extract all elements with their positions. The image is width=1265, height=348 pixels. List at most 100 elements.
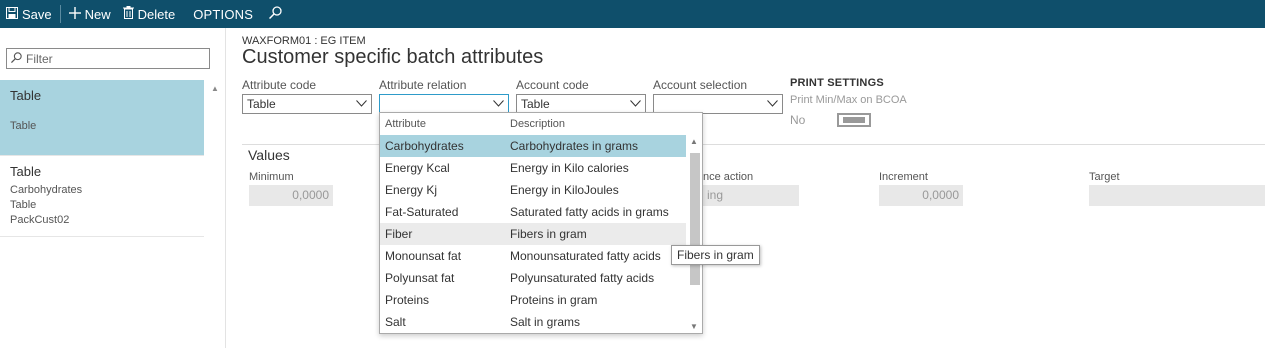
lookup-header: Attribute Description — [380, 113, 702, 135]
row-attribute: Salt — [385, 315, 406, 329]
new-label: New — [84, 6, 111, 22]
attribute-relation-field: Attribute relation — [379, 78, 509, 114]
attribute-code-select[interactable]: Table — [242, 94, 372, 114]
scroll-up-icon[interactable]: ▲ — [208, 84, 222, 93]
plus-icon — [68, 6, 81, 22]
lookup-scrollbar[interactable]: ▲ ▼ — [688, 137, 700, 331]
print-settings-heading: PRINT SETTINGS — [790, 77, 884, 89]
lookup-row[interactable]: Energy Kj Energy in KiloJoules — [380, 179, 686, 201]
scrollbar-thumb[interactable] — [690, 153, 700, 285]
lookup-row[interactable]: Fiber Fibers in gram — [380, 223, 686, 245]
scroll-up-icon[interactable]: ▲ — [688, 137, 700, 146]
page-title: Customer specific batch attributes — [242, 46, 544, 68]
list-scrollbar[interactable]: ▲ — [208, 84, 222, 344]
list-pane: Filter Table Table Table Carbohydrates T… — [0, 28, 226, 348]
search-icon — [269, 6, 282, 22]
minimum-input[interactable]: 0,0000 — [249, 185, 333, 206]
record-list: Table Table Table Carbohydrates Table Pa… — [0, 80, 204, 237]
new-button[interactable]: New — [63, 0, 117, 28]
row-attribute: Energy Kj — [385, 183, 438, 197]
chevron-down-icon — [356, 99, 367, 110]
row-description: Fibers in gram — [510, 227, 587, 241]
list-item-subtitle: Table — [10, 199, 37, 211]
toolbar-divider — [59, 5, 61, 23]
search-icon — [10, 51, 22, 66]
row-description: Saturated fatty acids in grams — [510, 205, 669, 219]
target-input[interactable] — [1089, 185, 1265, 206]
list-item-subtitle: Carbohydrates — [10, 184, 83, 196]
tolerance-action-input[interactable]: ing — [703, 185, 799, 206]
attribute-code-field: Attribute code Table — [242, 78, 372, 114]
account-code-field: Account code Table — [516, 78, 646, 114]
row-attribute: Monounsat fat — [385, 249, 462, 263]
lookup-row[interactable]: Monounsat fat Monounsaturated fatty acid… — [380, 245, 686, 267]
chevron-down-icon — [767, 99, 778, 110]
action-bar: Save New Delete OPTIONS — [0, 0, 1265, 28]
account-code-label: Account code — [516, 78, 589, 92]
save-button[interactable]: Save — [0, 0, 58, 28]
row-attribute: Fiber — [385, 227, 413, 241]
column-header-description[interactable]: Description — [510, 118, 565, 130]
account-code-value: Table — [521, 97, 550, 111]
increment-field: Increment 0,0000 — [879, 171, 963, 206]
column-header-attribute[interactable]: Attribute — [380, 118, 510, 130]
row-description: Salt in grams — [510, 315, 581, 329]
row-attribute: Fat-Saturated — [385, 205, 459, 219]
increment-input[interactable]: 0,0000 — [879, 185, 963, 206]
lookup-row[interactable]: Carbohydrates Carbohydrates in grams — [380, 135, 686, 157]
print-minmax-value: No — [790, 113, 806, 127]
account-selection-label: Account selection — [653, 78, 748, 92]
account-selection-field: Account selection — [653, 78, 783, 114]
attribute-code-label: Attribute code — [242, 78, 317, 92]
tolerance-action-label: nce action — [703, 171, 754, 183]
row-description: Proteins in gram — [510, 293, 598, 307]
minimum-field: Minimum 0,0000 — [249, 171, 333, 206]
print-minmax-label: Print Min/Max on BCOA — [790, 94, 907, 106]
lookup-row[interactable]: Proteins Proteins in gram — [380, 289, 686, 311]
row-description: Monounsaturated fatty acids — [510, 249, 661, 263]
save-label: Save — [22, 6, 52, 22]
options-button[interactable]: OPTIONS — [181, 0, 263, 28]
target-field: Target — [1089, 171, 1265, 206]
tooltip: Fibers in gram — [671, 245, 760, 265]
row-description: Carbohydrates in grams — [510, 139, 639, 153]
account-selection-select[interactable] — [653, 94, 783, 114]
list-item-title: Table — [10, 164, 42, 179]
save-icon — [6, 6, 18, 22]
lookup-row[interactable]: Salt Salt in grams — [380, 311, 686, 333]
list-item[interactable]: Table Table — [0, 80, 204, 156]
row-description: Polyunsaturated fatty acids — [510, 271, 655, 285]
list-item-subtitle: Table — [10, 120, 37, 132]
attribute-relation-label: Attribute relation — [379, 78, 467, 92]
list-item-subtitle: PackCust02 — [10, 214, 70, 226]
row-attribute: Polyunsat fat — [385, 271, 455, 285]
delete-label: Delete — [137, 6, 176, 22]
list-item-title: Table — [10, 88, 42, 103]
list-item[interactable]: Table Carbohydrates Table PackCust02 — [0, 156, 204, 237]
row-attribute: Energy Kcal — [385, 161, 450, 175]
chevron-down-icon — [493, 99, 504, 110]
delete-button[interactable]: Delete — [117, 0, 182, 28]
account-code-select[interactable]: Table — [516, 94, 646, 114]
increment-label: Increment — [879, 171, 928, 183]
row-description: Energy in Kilo calories — [510, 161, 629, 175]
lookup-row[interactable]: Energy Kcal Energy in Kilo calories — [380, 157, 686, 179]
attribute-code-value: Table — [247, 97, 276, 111]
print-minmax-toggle[interactable] — [837, 113, 872, 127]
trash-icon — [122, 6, 134, 22]
row-attribute: Carbohydrates — [385, 139, 464, 153]
filter-placeholder: Filter — [26, 51, 53, 66]
lookup-rows: Carbohydrates Carbohydrates in grams Ene… — [380, 135, 686, 333]
tolerance-action-field: nce action ing — [703, 171, 799, 206]
filter-input[interactable]: Filter — [6, 48, 210, 69]
lookup-row[interactable]: Fat-Saturated Saturated fatty acids in g… — [380, 201, 686, 223]
row-description: Energy in KiloJoules — [510, 183, 619, 197]
attribute-relation-lookup: Attribute Description Carbohydrates Carb… — [379, 112, 703, 334]
attribute-relation-select[interactable] — [379, 94, 509, 114]
row-attribute: Proteins — [385, 293, 430, 307]
lookup-row[interactable]: Polyunsat fat Polyunsaturated fatty acid… — [380, 267, 686, 289]
scroll-down-icon[interactable]: ▼ — [688, 322, 700, 331]
print-settings-group: PRINT SETTINGS Print Min/Max on BCOA No — [790, 77, 907, 127]
search-button[interactable] — [263, 0, 292, 28]
print-minmax-row: No — [790, 113, 907, 127]
